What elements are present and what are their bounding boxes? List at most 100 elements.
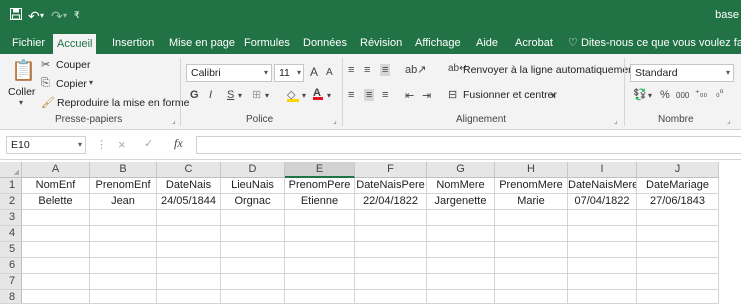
cell-b4[interactable] — [90, 226, 157, 242]
merge-center-button[interactable]: Fusionner et centrer — [463, 89, 557, 101]
cell-b1[interactable]: PrenomEnf — [90, 178, 157, 194]
align-bottom-icon[interactable]: ≡ — [380, 64, 391, 76]
row-header[interactable]: 7 — [0, 274, 22, 290]
cell-e8[interactable] — [285, 290, 355, 304]
align-right-icon[interactable]: ≡ — [382, 89, 388, 101]
shrink-font-icon[interactable]: A — [326, 67, 333, 78]
bold-button[interactable]: G — [190, 89, 199, 101]
borders-dropdown-icon[interactable]: ▾ — [265, 91, 269, 100]
cell-j1[interactable]: DateMariage — [637, 178, 719, 194]
cell-f4[interactable] — [355, 226, 427, 242]
cell-c5[interactable] — [157, 242, 221, 258]
underline-button[interactable]: S — [227, 89, 234, 101]
cell-a2[interactable]: Belette — [22, 194, 90, 210]
paste-button[interactable]: Coller — [8, 86, 35, 98]
cell-g2[interactable]: Jargenette — [427, 194, 495, 210]
row-header[interactable]: 4 — [0, 226, 22, 242]
cell-a8[interactable] — [22, 290, 90, 304]
cell-d4[interactable] — [221, 226, 285, 242]
cell-f1[interactable]: DateNaisPere — [355, 178, 427, 194]
cell-i7[interactable] — [568, 274, 637, 290]
cell-i6[interactable] — [568, 258, 637, 274]
decrease-indent-icon[interactable]: ⇤ — [405, 89, 414, 102]
column-header-e[interactable]: E — [285, 162, 355, 178]
column-header-f[interactable]: F — [355, 162, 427, 178]
cell-h3[interactable] — [495, 210, 568, 226]
cell-e6[interactable] — [285, 258, 355, 274]
cell-d5[interactable] — [221, 242, 285, 258]
paste-icon[interactable]: 📋 — [11, 58, 36, 83]
cell-i8[interactable] — [568, 290, 637, 304]
cell-g6[interactable] — [427, 258, 495, 274]
cell-j3[interactable] — [637, 210, 719, 226]
cancel-icon[interactable]: × — [118, 137, 126, 152]
cell-c6[interactable] — [157, 258, 221, 274]
cell-j5[interactable] — [637, 242, 719, 258]
cut-button[interactable]: Couper — [56, 59, 90, 71]
increase-decimal-icon[interactable]: ⁺₀₀ — [695, 88, 707, 99]
cell-f6[interactable] — [355, 258, 427, 274]
cell-d3[interactable] — [221, 210, 285, 226]
column-header-d[interactable]: D — [221, 162, 285, 178]
align-top-icon[interactable]: ≡ — [348, 64, 354, 76]
cell-c2[interactable]: 24/05/1844 — [157, 194, 221, 210]
enter-icon[interactable]: ✓ — [144, 137, 153, 150]
tab-formules[interactable]: Formules — [240, 32, 294, 54]
font-name-select[interactable]: Calibri ▾ — [186, 64, 272, 82]
tab-affichage[interactable]: Affichage — [411, 32, 465, 54]
cell-d8[interactable] — [221, 290, 285, 304]
fill-dropdown-icon[interactable]: ▾ — [302, 91, 306, 100]
format-painter-icon[interactable]: 🖌 — [41, 96, 55, 109]
currency-dropdown-icon[interactable]: ▾ — [648, 91, 652, 100]
percent-button[interactable]: % — [660, 89, 670, 101]
cell-g5[interactable] — [427, 242, 495, 258]
column-header-c[interactable]: C — [157, 162, 221, 178]
cell-j6[interactable] — [637, 258, 719, 274]
cell-b6[interactable] — [90, 258, 157, 274]
cell-a6[interactable] — [22, 258, 90, 274]
copy-button[interactable]: Copier — [56, 78, 87, 90]
cell-h4[interactable] — [495, 226, 568, 242]
align-middle-icon[interactable]: ≡ — [364, 64, 370, 76]
copy-dropdown-icon[interactable]: ▾ — [89, 78, 93, 87]
merge-center-icon[interactable]: ⊟ — [448, 88, 457, 101]
drag-handle-icon[interactable]: ⋮ — [96, 138, 107, 151]
font-launcher-icon[interactable]: ⌟ — [333, 116, 337, 125]
cell-g8[interactable] — [427, 290, 495, 304]
row-header[interactable]: 2 — [0, 194, 22, 210]
alignment-launcher-icon[interactable]: ⌟ — [614, 116, 618, 125]
paste-dropdown-icon[interactable]: ▾ — [19, 98, 23, 107]
tab-mise-en-page[interactable]: Mise en page — [165, 32, 239, 54]
redo-icon[interactable]: ↷ — [51, 8, 63, 25]
cell-d7[interactable] — [221, 274, 285, 290]
align-left-icon[interactable]: ≡ — [348, 89, 354, 101]
row-header[interactable]: 5 — [0, 242, 22, 258]
thousands-button[interactable]: 000 — [676, 91, 689, 100]
cell-e2[interactable]: Etienne — [285, 194, 355, 210]
cell-f8[interactable] — [355, 290, 427, 304]
row-header[interactable]: 3 — [0, 210, 22, 226]
clipboard-launcher-icon[interactable]: ⌟ — [172, 116, 176, 125]
cell-g4[interactable] — [427, 226, 495, 242]
wrap-text-button[interactable]: Renvoyer à la ligne automatiquement — [463, 64, 637, 76]
cell-i5[interactable] — [568, 242, 637, 258]
number-launcher-icon[interactable]: ⌟ — [727, 116, 731, 125]
tell-me-search[interactable]: ♡ Dites-nous ce que vous voulez faire — [564, 32, 741, 54]
cell-c4[interactable] — [157, 226, 221, 242]
format-painter-button[interactable]: Reproduire la mise en forme — [57, 97, 189, 109]
increase-indent-icon[interactable]: ⇥ — [422, 89, 431, 102]
cell-j4[interactable] — [637, 226, 719, 242]
scissors-icon[interactable]: ✂ — [41, 58, 50, 71]
cell-j7[interactable] — [637, 274, 719, 290]
font-size-select[interactable]: 11 ▾ — [274, 64, 304, 82]
cell-a3[interactable] — [22, 210, 90, 226]
tab-fichier[interactable]: Fichier — [8, 32, 49, 54]
cell-f3[interactable] — [355, 210, 427, 226]
cell-e4[interactable] — [285, 226, 355, 242]
cell-c3[interactable] — [157, 210, 221, 226]
column-header-a[interactable]: A — [22, 162, 90, 178]
cell-i3[interactable] — [568, 210, 637, 226]
cell-h7[interactable] — [495, 274, 568, 290]
tab-insertion[interactable]: Insertion — [108, 32, 158, 54]
cell-b7[interactable] — [90, 274, 157, 290]
